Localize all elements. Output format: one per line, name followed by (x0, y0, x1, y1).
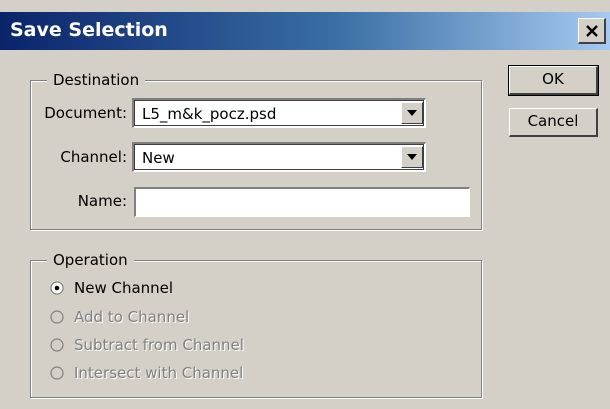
radio-unselected-icon (50, 366, 64, 380)
radio-label: Subtract from Channel (74, 336, 244, 354)
chevron-down-icon (407, 110, 417, 116)
radio-new-channel[interactable]: New Channel (50, 278, 173, 298)
name-label: Name: (77, 192, 127, 210)
channel-select[interactable]: New (132, 142, 426, 172)
channel-select-value: New (142, 149, 175, 167)
channel-label: Channel: (60, 148, 127, 166)
operation-group-label: Operation (47, 251, 134, 269)
chevron-down-icon (407, 154, 417, 160)
channel-dropdown-button[interactable] (401, 146, 423, 168)
cancel-button[interactable]: Cancel (509, 108, 598, 137)
document-select[interactable]: L5_m&k_pocz.psd (132, 98, 426, 128)
radio-label: Intersect with Channel (74, 364, 244, 382)
radio-subtract-from-channel[interactable]: Subtract from Channel (50, 335, 244, 355)
save-selection-dialog: Save Selection Destination Document: L5_… (0, 0, 610, 409)
ok-button[interactable]: OK (508, 65, 599, 96)
close-icon (585, 24, 598, 37)
radio-intersect-with-channel[interactable]: Intersect with Channel (50, 363, 243, 383)
document-label: Document: (44, 104, 127, 122)
name-input[interactable] (134, 187, 470, 217)
radio-unselected-icon (50, 338, 64, 352)
radio-add-to-channel[interactable]: Add to Channel (50, 307, 189, 327)
radio-label: Add to Channel (74, 308, 190, 326)
radio-label: New Channel (74, 279, 174, 297)
document-dropdown-button[interactable] (401, 102, 423, 124)
radio-unselected-icon (50, 310, 64, 324)
document-select-value: L5_m&k_pocz.psd (142, 105, 277, 123)
title-bar[interactable]: Save Selection (0, 12, 610, 50)
dialog-title: Save Selection (10, 19, 168, 41)
close-button[interactable] (578, 18, 606, 44)
radio-selected-icon (50, 281, 64, 295)
destination-group-label: Destination (47, 71, 146, 89)
